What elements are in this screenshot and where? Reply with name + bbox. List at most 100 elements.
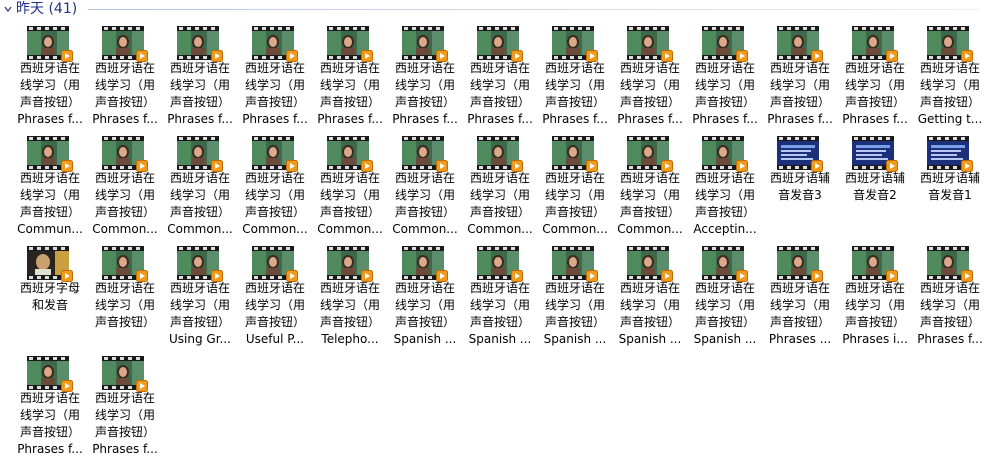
file-name-line: 线学习（用 bbox=[319, 298, 380, 312]
video-file-item[interactable]: 西班牙语在 线学习（用 声音按钮） Phrases f... bbox=[165, 22, 235, 130]
file-name: 西班牙语在 线学习（用 声音按钮） Phrases f... bbox=[165, 60, 235, 128]
file-name: 西班牙语在 线学习（用 声音按钮） Phrases f... bbox=[15, 390, 85, 458]
video-file-item[interactable]: 西班牙语在 线学习（用 声音按钮） Phrases f... bbox=[90, 22, 160, 130]
file-name-line: Telepho... bbox=[321, 332, 379, 346]
video-file-item[interactable]: 西班牙语在 线学习（用 声音按钮） Phrases f... bbox=[15, 22, 85, 130]
file-name-line: Phrases f... bbox=[617, 112, 683, 126]
play-overlay-icon bbox=[661, 47, 673, 62]
file-name: 西班牙语在 线学习（用 声音按钮） Common... bbox=[240, 170, 310, 238]
file-name-line: 声音按钮） bbox=[619, 315, 680, 329]
file-name-line: 声音按钮） bbox=[319, 205, 380, 219]
file-name-line: 声音按钮） bbox=[919, 95, 980, 109]
file-name-line: 西班牙语在 bbox=[544, 281, 605, 295]
group-divider bbox=[88, 9, 978, 10]
video-file-item[interactable]: 西班牙语在 线学习（用 声音按钮） Phrases f... bbox=[15, 352, 85, 460]
video-file-item[interactable]: 西班牙语在 线学习（用 声音按钮） Common... bbox=[615, 132, 685, 240]
video-file-item[interactable]: 西班牙语在 线学习（用 声音按钮） Spanish ... bbox=[540, 242, 610, 350]
file-name: 西班牙语辅 音发音3 bbox=[765, 170, 835, 204]
file-name-line: 西班牙语在 bbox=[769, 281, 830, 295]
play-overlay-icon bbox=[661, 157, 673, 172]
video-file-item[interactable]: 西班牙字母 和发音 bbox=[15, 242, 85, 350]
video-file-item[interactable]: 西班牙语在 线学习（用 声音按钮） Common... bbox=[540, 132, 610, 240]
file-name-line: 声音按钮） bbox=[319, 315, 380, 329]
group-title: 昨天 (41) bbox=[16, 1, 78, 17]
file-name-line: 西班牙语在 bbox=[844, 281, 905, 295]
video-file-item[interactable]: 西班牙语辅 音发音1 bbox=[915, 132, 984, 240]
video-file-item[interactable]: 西班牙语在 线学习（用 声音按钮） Common... bbox=[165, 132, 235, 240]
video-file-item[interactable]: 西班牙语在 线学习（用 声音按钮） Getting t... bbox=[915, 22, 984, 130]
file-name-line: Phrases i... bbox=[842, 332, 908, 346]
file-name: 西班牙语在 线学习（用 声音按钮） Phrases f... bbox=[465, 60, 535, 128]
video-file-item[interactable]: 西班牙语在 线学习（用 声音按钮） Spanish ... bbox=[465, 242, 535, 350]
file-name: 西班牙语在 线学习（用 声音按钮） Common... bbox=[315, 170, 385, 238]
chevron-down-icon[interactable] bbox=[2, 3, 14, 15]
video-file-item[interactable]: 西班牙语在 线学习（用 声音按钮） Using Gr... bbox=[165, 242, 235, 350]
group-header[interactable]: 昨天 (41) bbox=[0, 0, 984, 18]
file-name-line: 线学习（用 bbox=[544, 298, 605, 312]
file-name: 西班牙语在 线学习（用 声音按钮） Phrases ... bbox=[765, 280, 835, 348]
file-name-line: 西班牙语在 bbox=[619, 171, 680, 185]
file-name-line: 线学习（用 bbox=[94, 408, 155, 422]
video-file-item[interactable]: 西班牙语在 线学习（用 声音按钮） Spanish ... bbox=[390, 242, 460, 350]
video-file-item[interactable]: 西班牙语辅 音发音2 bbox=[840, 132, 910, 240]
video-file-item[interactable]: 西班牙语在 线学习（用 声音按钮） Common... bbox=[315, 132, 385, 240]
video-file-item[interactable]: 西班牙语在 线学习（用 声音按钮） Common... bbox=[390, 132, 460, 240]
play-overlay-icon bbox=[211, 157, 223, 172]
file-name-line: 线学习（用 bbox=[769, 298, 830, 312]
file-name-line: 西班牙语辅 bbox=[769, 171, 830, 185]
video-file-item[interactable]: 西班牙语辅 音发音3 bbox=[765, 132, 835, 240]
video-file-item[interactable]: 西班牙语在 线学习（用 声音按钮） Phrases f... bbox=[390, 22, 460, 130]
video-file-item[interactable]: 西班牙语在 线学习（用 声音按钮） Phrases f... bbox=[540, 22, 610, 130]
video-file-item[interactable]: 西班牙语在 线学习（用 声音按钮） Phrases i... bbox=[840, 242, 910, 350]
video-file-item[interactable]: 西班牙语在 线学习（用 声音按钮） Phrases f... bbox=[315, 22, 385, 130]
video-file-item[interactable]: 西班牙语在 线学习（用 声音按钮） Acceptin... bbox=[690, 132, 760, 240]
file-name-line: 西班牙语在 bbox=[469, 171, 530, 185]
video-file-item[interactable]: 西班牙语在 线学习（用 声音按钮） Phrases f... bbox=[240, 22, 310, 130]
video-file-item[interactable]: 西班牙语在 线学习（用 声音按钮） Phrases f... bbox=[840, 22, 910, 130]
video-file-item[interactable]: 西班牙语在 线学习（用 声音按钮） Common... bbox=[90, 132, 160, 240]
file-name-line: 声音按钮） bbox=[244, 315, 305, 329]
play-overlay-icon bbox=[361, 267, 373, 282]
play-overlay-icon bbox=[586, 157, 598, 172]
video-file-item[interactable]: 西班牙语在 线学习（用 声音按钮） Telepho... bbox=[315, 242, 385, 350]
video-file-item[interactable]: 西班牙语在 线学习（用 声音按钮） Spanish ... bbox=[690, 242, 760, 350]
file-name-line: 西班牙语在 bbox=[19, 391, 80, 405]
file-name-line: Phrases f... bbox=[542, 112, 608, 126]
file-name-line: Common... bbox=[92, 222, 158, 236]
video-file-item[interactable]: 西班牙语在 线学习（用 声音按钮） bbox=[90, 242, 160, 350]
file-name-line: 线学习（用 bbox=[544, 78, 605, 92]
file-name-line: 线学习（用 bbox=[544, 188, 605, 202]
video-file-item[interactable]: 西班牙语在 线学习（用 声音按钮） Phrases f... bbox=[465, 22, 535, 130]
file-name-line: 声音按钮） bbox=[544, 315, 605, 329]
video-file-item[interactable]: 西班牙语在 线学习（用 声音按钮） Useful P... bbox=[240, 242, 310, 350]
file-name-line: Phrases f... bbox=[842, 112, 908, 126]
video-file-item[interactable]: 西班牙语在 线学习（用 声音按钮） Common... bbox=[240, 132, 310, 240]
file-name-line: 声音按钮） bbox=[169, 95, 230, 109]
play-overlay-icon bbox=[436, 47, 448, 62]
file-name-line: 线学习（用 bbox=[394, 78, 455, 92]
video-file-item[interactable]: 西班牙语在 线学习（用 声音按钮） Phrases ... bbox=[765, 242, 835, 350]
file-name-line: 线学习（用 bbox=[244, 298, 305, 312]
file-name: 西班牙语在 线学习（用 声音按钮） Telepho... bbox=[315, 280, 385, 348]
video-file-item[interactable]: 西班牙语在 线学习（用 声音按钮） Commun... bbox=[15, 132, 85, 240]
video-file-item[interactable]: 西班牙语在 线学习（用 声音按钮） Phrases f... bbox=[90, 352, 160, 460]
file-name-line: 西班牙语辅 bbox=[844, 171, 905, 185]
file-name-line: 线学习（用 bbox=[394, 188, 455, 202]
video-file-item[interactable]: 西班牙语在 线学习（用 声音按钮） Phrases f... bbox=[765, 22, 835, 130]
file-name: 西班牙语在 线学习（用 声音按钮） Spanish ... bbox=[390, 280, 460, 348]
file-name-line: 声音按钮） bbox=[19, 95, 80, 109]
video-file-item[interactable]: 西班牙语在 线学习（用 声音按钮） Common... bbox=[465, 132, 535, 240]
file-name-line: 西班牙语在 bbox=[244, 171, 305, 185]
file-name-line: Common... bbox=[392, 222, 458, 236]
video-file-item[interactable]: 西班牙语在 线学习（用 声音按钮） Phrases f... bbox=[690, 22, 760, 130]
file-name-line: 声音按钮） bbox=[769, 95, 830, 109]
video-file-item[interactable]: 西班牙语在 线学习（用 声音按钮） Spanish ... bbox=[615, 242, 685, 350]
video-file-item[interactable]: 西班牙语在 线学习（用 声音按钮） Phrases f... bbox=[615, 22, 685, 130]
file-name: 西班牙语在 线学习（用 声音按钮） Phrases f... bbox=[690, 60, 760, 128]
file-name-line: Common... bbox=[467, 222, 533, 236]
video-file-item[interactable]: 西班牙语在 线学习（用 声音按钮） Phrases f... bbox=[915, 242, 984, 350]
file-name-line: 线学习（用 bbox=[619, 78, 680, 92]
file-name: 西班牙语在 线学习（用 声音按钮） Commun... bbox=[15, 170, 85, 238]
file-name-line: 西班牙语在 bbox=[19, 171, 80, 185]
file-name-line: 线学习（用 bbox=[94, 298, 155, 312]
